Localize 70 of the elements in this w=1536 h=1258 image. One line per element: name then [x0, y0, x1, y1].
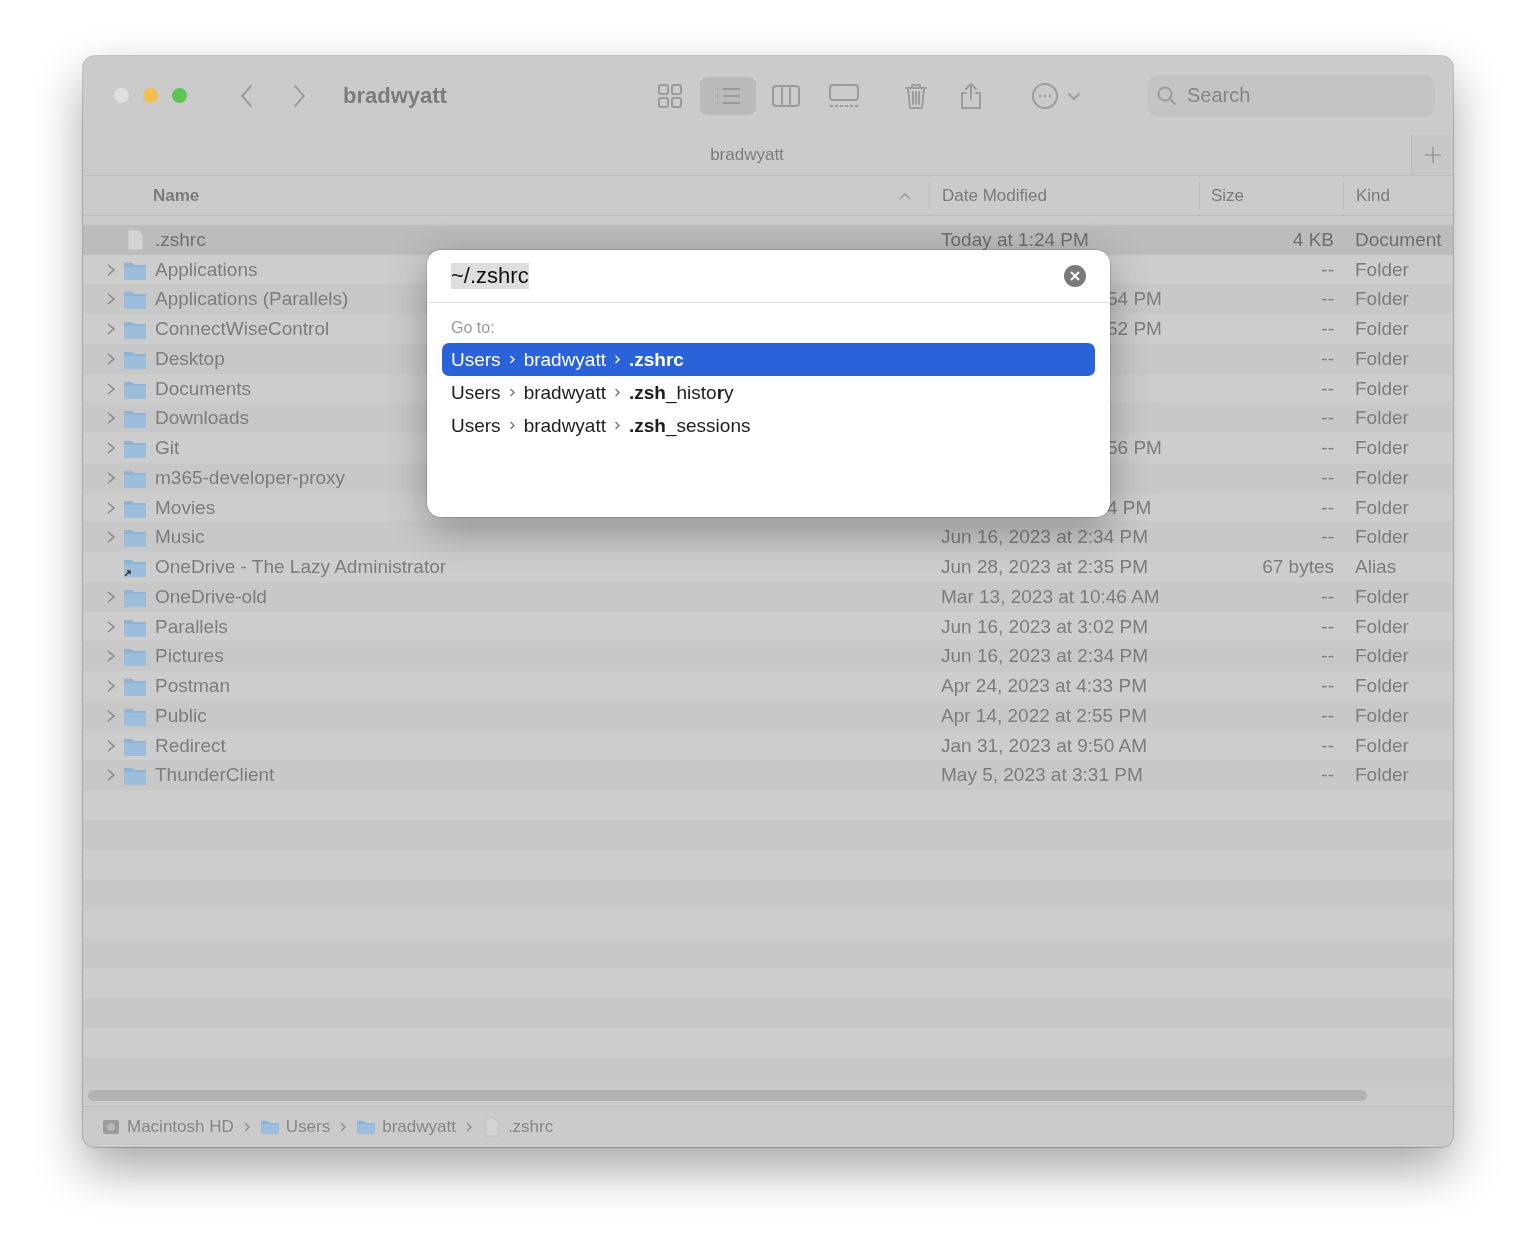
- go-to-heading: Go to:: [451, 319, 496, 337]
- file-size: --: [1321, 437, 1334, 460]
- file-name: Music: [155, 526, 205, 549]
- file-kind: Folder: [1355, 377, 1410, 400]
- file-name: Desktop: [155, 347, 225, 370]
- file-size: 67 bytes: [1262, 556, 1334, 579]
- file-size: --: [1321, 675, 1334, 698]
- window-title: bradwyatt: [343, 82, 447, 109]
- file-kind: Folder: [1355, 704, 1410, 727]
- file-size: 4 KB: [1292, 228, 1334, 251]
- file-size: --: [1321, 764, 1334, 787]
- file-kind: Folder: [1355, 466, 1410, 489]
- file-kind: Document: [1355, 228, 1443, 251]
- date-modified: Jun 28, 2023 at 2:35 PM: [941, 556, 1149, 578]
- file-size: --: [1321, 585, 1334, 608]
- file-name: Public: [155, 704, 207, 727]
- file-kind: Folder: [1355, 407, 1410, 430]
- date-modified: Today at 1:24 PM: [941, 228, 1089, 250]
- file-name: ThunderClient: [155, 764, 275, 787]
- file-name: Applications: [155, 258, 258, 281]
- file-size: --: [1321, 645, 1334, 668]
- file-kind: Folder: [1355, 437, 1410, 460]
- file-kind: Folder: [1355, 615, 1410, 638]
- file-size: --: [1321, 615, 1334, 638]
- file-kind: Folder: [1355, 526, 1410, 549]
- file-kind: Folder: [1355, 645, 1410, 668]
- file-kind: Folder: [1355, 288, 1410, 311]
- file-name: Downloads: [155, 407, 249, 430]
- file-kind: Folder: [1355, 675, 1410, 698]
- file-name: m365-developer-proxy: [155, 466, 346, 489]
- file-kind: Folder: [1355, 764, 1410, 787]
- date-modified: Jun 16, 2023 at 3:02 PM: [941, 615, 1149, 637]
- date-modified: Apr 14, 2022 at 2:55 PM: [941, 704, 1147, 726]
- file-size: --: [1321, 377, 1334, 400]
- file-kind: Folder: [1355, 258, 1410, 281]
- file-size: --: [1321, 526, 1334, 549]
- date-modified: Apr 24, 2023 at 4:33 PM: [941, 675, 1147, 697]
- file-name: OneDrive - The Lazy Administrator: [155, 556, 447, 579]
- file-size: --: [1321, 704, 1334, 727]
- file-name: Applications (Parallels): [155, 288, 349, 311]
- file-name: Redirect: [155, 734, 226, 757]
- file-size: --: [1321, 258, 1334, 281]
- file-size: --: [1321, 407, 1334, 430]
- file-size: --: [1321, 496, 1334, 519]
- date-modified: May 5, 2023 at 3:31 PM: [941, 764, 1143, 786]
- file-size: --: [1321, 288, 1334, 311]
- file-name: Parallels: [155, 615, 228, 638]
- file-size: --: [1321, 318, 1334, 341]
- file-kind: Folder: [1355, 318, 1410, 341]
- file-kind: Alias: [1355, 556, 1398, 579]
- date-modified: Mar 13, 2023 at 10:46 AM: [941, 585, 1160, 607]
- date-modified: Jun 16, 2023 at 2:34 PM: [941, 645, 1149, 667]
- file-size: --: [1321, 347, 1334, 370]
- date-modified: 4 PM: [1106, 496, 1152, 518]
- file-size: --: [1321, 466, 1334, 489]
- file-name: OneDrive-old: [155, 585, 267, 608]
- file-name: ConnectWiseControl: [155, 318, 330, 341]
- file-name: Documents: [155, 377, 252, 400]
- file-size: --: [1321, 734, 1334, 757]
- file-kind: Folder: [1355, 347, 1410, 370]
- file-name: Movies: [155, 496, 216, 519]
- file-name: Pictures: [155, 645, 224, 668]
- date-modified: Jan 31, 2023 at 9:50 AM: [941, 734, 1147, 756]
- file-kind: Folder: [1355, 585, 1410, 608]
- file-kind: Folder: [1355, 734, 1410, 757]
- file-name: .zshrc: [155, 228, 206, 251]
- file-name: Git: [155, 437, 180, 460]
- file-name: Postman: [155, 675, 230, 698]
- file-kind: Folder: [1355, 496, 1410, 519]
- date-modified: Jun 16, 2023 at 2:34 PM: [941, 526, 1149, 548]
